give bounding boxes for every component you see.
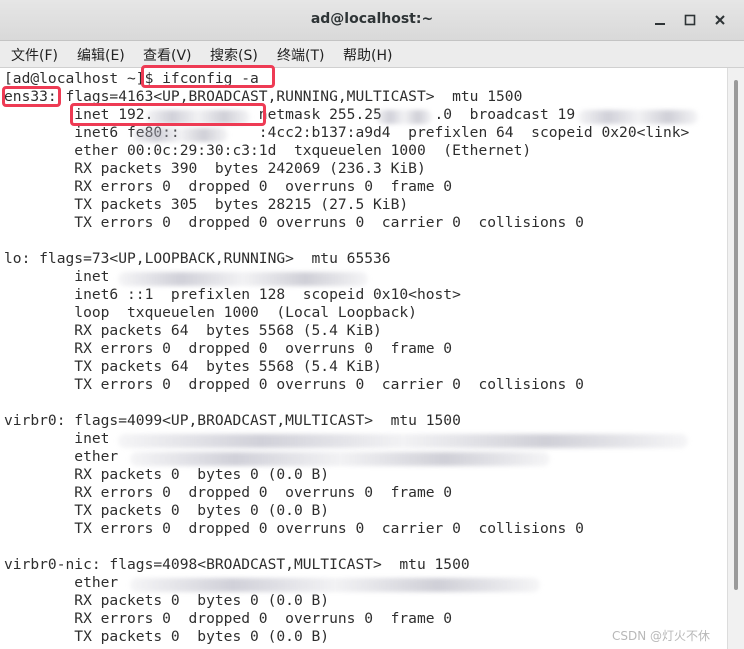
scrollbar-thumb[interactable] (734, 80, 738, 590)
terminal-line: inet (4, 430, 110, 447)
terminal-line: ens33: flags=4163<UP,BROADCAST,RUNNING,M… (4, 88, 523, 105)
terminal-line: TX packets 0 bytes 0 (0.0 B) (4, 628, 330, 645)
terminal-line: TX errors 0 dropped 0 overruns 0 carrier… (4, 214, 584, 231)
terminal-line: loop txqueuelen 1000 (Local Loopback) (4, 304, 417, 321)
menu-search[interactable]: 搜索(S) (210, 45, 258, 65)
terminal-line: TX packets 64 bytes 5568 (5.4 KiB) (4, 358, 382, 375)
terminal-line: RX errors 0 dropped 0 overruns 0 frame 0 (4, 178, 453, 195)
terminal-line: RX errors 0 dropped 0 overruns 0 frame 0 (4, 484, 453, 501)
terminal-line: virbr0-nic: flags=4098<BROADCAST,MULTICA… (4, 556, 470, 573)
menu-bar: 文件(F) 编辑(E) 查看(V) 搜索(S) 终端(T) 帮助(H) (0, 41, 744, 68)
terminal-line: inet 192. netmask 255.25 .0 broadcast 19 (4, 106, 576, 123)
terminal-line: TX errors 0 dropped 0 overruns 0 carrier… (4, 376, 584, 393)
terminal-line: inet6 ::1 prefixlen 128 scopeid 0x10<hos… (4, 286, 461, 303)
redacted-blur (376, 110, 432, 124)
close-button[interactable] (711, 11, 729, 29)
terminal-line: lo: flags=73<UP,LOOPBACK,RUNNING> mtu 65… (4, 250, 391, 267)
redacted-blur (146, 110, 250, 124)
terminal-line: virbr0: flags=4099<UP,BROADCAST,MULTICAS… (4, 412, 461, 429)
maximize-button[interactable] (681, 11, 699, 29)
menu-help[interactable]: 帮助(H) (343, 45, 392, 65)
terminal-line: TX packets 305 bytes 28215 (27.5 KiB) (4, 196, 409, 213)
minimize-icon (655, 23, 665, 25)
window-title: ad@localhost:~ (310, 11, 434, 27)
redacted-blur (578, 110, 698, 124)
redacted-blur (118, 434, 688, 448)
minimize-button[interactable] (651, 11, 669, 29)
terminal-line: RX packets 0 bytes 0 (0.0 B) (4, 592, 330, 609)
menu-terminal[interactable]: 终端(T) (277, 45, 324, 65)
terminal-line: inet6 fe80:: :4cc2:b137:a9d4 prefixlen 6… (4, 124, 690, 141)
terminal-line: TX errors 0 dropped 0 overruns 0 carrier… (4, 520, 584, 537)
terminal-line: RX packets 64 bytes 5568 (5.4 KiB) (4, 322, 382, 339)
terminal-line: RX packets 0 bytes 0 (0.0 B) (4, 466, 330, 483)
menu-view[interactable]: 查看(V) (143, 45, 192, 65)
watermark: CSDN @灯火不休 (612, 629, 711, 643)
menu-edit[interactable]: 编辑(E) (77, 45, 125, 65)
redacted-blur (118, 272, 368, 286)
redacted-blur (130, 578, 540, 592)
terminal-output[interactable]: [ad@localhost ~]$ ifconfig -a ens33: fla… (0, 68, 727, 649)
close-icon (715, 15, 725, 25)
terminal-line: ether (4, 574, 119, 591)
terminal-line: [ad@localhost ~]$ ifconfig -a (4, 70, 259, 87)
terminal-line: ether 00:0c:29:30:c3:1d txqueuelen 1000 … (4, 142, 532, 159)
terminal-line: ether (4, 448, 119, 465)
menu-file[interactable]: 文件(F) (11, 45, 58, 65)
terminal-line: inet (4, 268, 110, 285)
terminal-line: RX errors 0 dropped 0 overruns 0 frame 0 (4, 610, 453, 627)
redacted-blur (132, 128, 228, 142)
maximize-icon (684, 14, 696, 26)
title-bar: ad@localhost:~ (0, 0, 744, 41)
redacted-blur (130, 452, 550, 466)
terminal-line: RX packets 390 bytes 242069 (236.3 KiB) (4, 160, 426, 177)
terminal-line: RX errors 0 dropped 0 overruns 0 frame 0 (4, 340, 453, 357)
terminal-line: TX packets 0 bytes 0 (0.0 B) (4, 502, 330, 519)
